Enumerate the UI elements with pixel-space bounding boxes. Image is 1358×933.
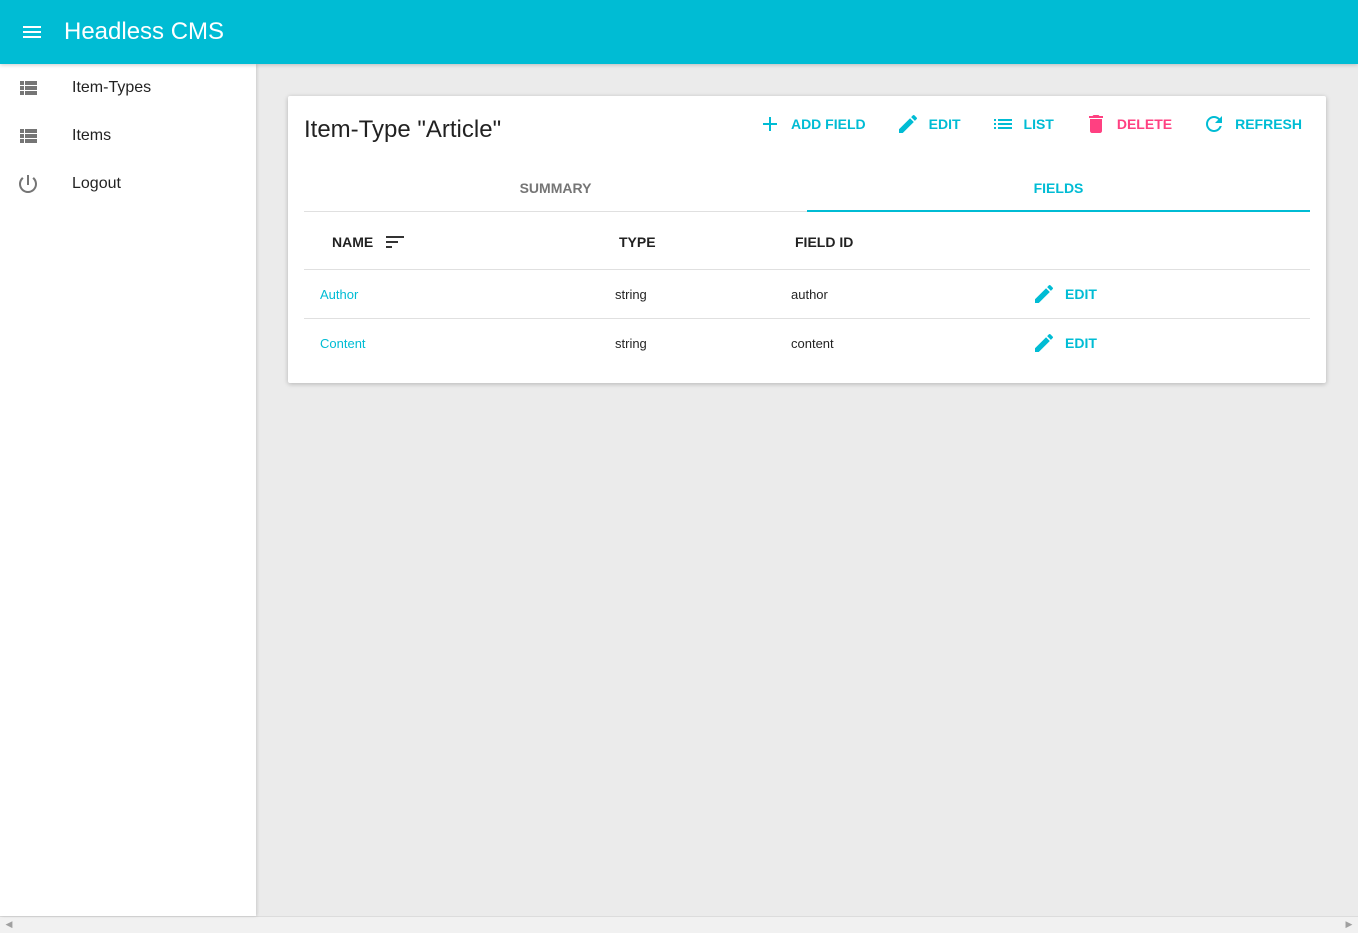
edit-label: EDIT <box>928 116 961 132</box>
list-label: LIST <box>1023 116 1054 132</box>
sidebar-item-items[interactable]: Items <box>0 112 256 160</box>
field-name-cell: Content <box>320 319 366 367</box>
active-tab-indicator <box>807 210 1310 212</box>
column-name-label: NAME <box>332 234 374 250</box>
field-id-cell: content <box>791 335 834 351</box>
row-edit-label: EDIT <box>1065 335 1097 351</box>
app-title: Headless CMS <box>64 18 225 45</box>
column-header-field-id: FIELD ID <box>795 234 854 250</box>
pencil-icon <box>896 112 920 136</box>
field-type-cell: string <box>615 335 647 351</box>
list-icon <box>991 112 1015 136</box>
delete-label: DELETE <box>1116 116 1173 132</box>
page-title: Item-Type "Article" <box>304 116 502 143</box>
add-field-button[interactable]: ADD FIELD <box>750 108 874 140</box>
plus-icon <box>758 112 782 136</box>
sidebar-item-item-types[interactable]: Item-Types <box>0 64 256 112</box>
row-edit-button[interactable]: EDIT <box>1026 278 1103 310</box>
sidebar-item-logout[interactable]: Logout <box>0 160 256 208</box>
tab-summary[interactable]: SUMMARY <box>304 164 807 211</box>
row-edit-button[interactable]: EDIT <box>1026 327 1103 359</box>
table-header: NAME TYPE FIELD ID <box>304 214 1310 270</box>
sidebar-item-label: Item-Types <box>72 79 152 96</box>
delete-button[interactable]: DELETE <box>1076 108 1180 140</box>
list-button[interactable]: LIST <box>983 108 1062 140</box>
pencil-icon <box>1032 331 1056 355</box>
list-view-icon <box>16 76 40 100</box>
column-header-type: TYPE <box>619 234 656 250</box>
power-icon <box>16 172 40 196</box>
menu-icon[interactable] <box>16 16 48 48</box>
tab-fields[interactable]: FIELDS <box>807 164 1310 211</box>
sort-icon[interactable] <box>383 230 407 254</box>
scroll-right-icon[interactable]: ▶ <box>1343 919 1355 931</box>
pencil-icon <box>1032 282 1056 306</box>
field-name-cell: Author <box>320 270 358 318</box>
table-row: Author string author EDIT <box>304 270 1310 319</box>
sidebar-item-label: Items <box>72 127 112 144</box>
row-edit-label: EDIT <box>1065 286 1097 302</box>
horizontal-scrollbar[interactable]: ◀ ▶ <box>0 916 1358 933</box>
field-name-link[interactable]: Content <box>320 336 366 351</box>
field-id-cell: author <box>791 286 828 302</box>
tab-bar: SUMMARY FIELDS <box>304 164 1310 212</box>
sidebar-item-label: Logout <box>72 175 121 192</box>
refresh-icon <box>1202 112 1226 136</box>
table-row: Content string content EDIT <box>304 319 1310 368</box>
edit-button[interactable]: EDIT <box>888 108 969 140</box>
card-actions: ADD FIELD EDIT LIST DELETE REFRESH <box>736 108 1310 140</box>
add-field-label: ADD FIELD <box>790 116 866 132</box>
refresh-button[interactable]: REFRESH <box>1194 108 1310 140</box>
field-type-cell: string <box>615 286 647 302</box>
trash-icon <box>1084 112 1108 136</box>
app-bar: Headless CMS <box>0 0 1358 64</box>
scroll-left-icon[interactable]: ◀ <box>3 919 15 931</box>
fields-table: NAME TYPE FIELD ID Author string author … <box>304 214 1310 368</box>
sidebar: Item-Types Items Logout <box>0 64 256 916</box>
column-header-name[interactable]: NAME <box>332 214 407 270</box>
refresh-label: REFRESH <box>1235 116 1302 132</box>
field-name-link[interactable]: Author <box>320 287 358 302</box>
list-view-icon <box>16 124 40 148</box>
item-type-card: Item-Type "Article" ADD FIELD EDIT LIST … <box>288 96 1326 383</box>
